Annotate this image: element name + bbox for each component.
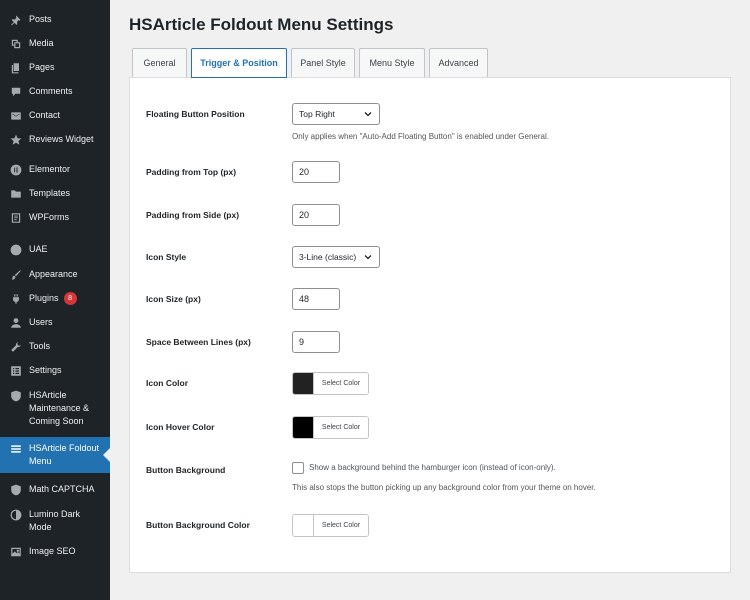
pages-icon (9, 61, 22, 74)
floating-position-description: Only applies when "Auto-Add Floating But… (292, 132, 549, 141)
moon-icon (9, 508, 22, 521)
sidebar-item-settings[interactable]: Settings (0, 364, 110, 380)
comments-icon (9, 85, 22, 98)
sidebar-item-wpforms[interactable]: WPForms (0, 211, 110, 227)
color-swatch (293, 515, 314, 536)
sidebar-item-math-captcha[interactable]: Math CAPTCHA (0, 483, 110, 499)
line-spacing-label: Space Between Lines (px) (146, 337, 251, 347)
forms-icon (9, 211, 22, 224)
button-background-color-picker-button[interactable]: Select Color (292, 514, 369, 537)
button-background-checkbox-label: Show a background behind the hamburger i… (309, 463, 556, 472)
icon-style-label: Icon Style (146, 252, 187, 262)
shield-icon (9, 389, 22, 402)
color-swatch (293, 417, 314, 438)
hamburger-icon (9, 442, 22, 455)
sidebar-item-hsarticle-foldout-menu[interactable]: HSArticle Foldout Menu (0, 437, 110, 473)
sidebar-item-uae[interactable]: UAE (0, 243, 110, 259)
icon-color-picker-button[interactable]: Select Color (292, 372, 369, 395)
admin-sidebar: Posts Media Pages Comments Contact Revie… (0, 0, 110, 600)
tab-general[interactable]: General (132, 48, 187, 77)
image-icon (9, 545, 22, 558)
sidebar-item-image-seo[interactable]: Image SEO (0, 545, 110, 561)
update-count-badge: 8 (63, 292, 77, 305)
button-background-color-label: Button Background Color (146, 520, 250, 530)
shield-icon (9, 483, 22, 496)
padding-side-input[interactable] (292, 204, 340, 226)
brush-icon (9, 268, 22, 281)
sidebar-item-contact[interactable]: Contact (0, 109, 110, 125)
star-icon (9, 133, 22, 146)
elementor-icon (9, 163, 22, 176)
settings-panel (129, 77, 731, 573)
button-background-description: This also stops the button picking up an… (292, 483, 596, 492)
sidebar-item-comments[interactable]: Comments (0, 85, 110, 101)
icon-style-select[interactable]: 3-Line (classic) (292, 246, 380, 268)
floating-position-label: Floating Button Position (146, 109, 245, 119)
page-title: HSArticle Foldout Menu Settings (129, 15, 394, 34)
sidebar-item-elementor[interactable]: Elementor (0, 163, 110, 179)
sidebar-item-users[interactable]: Users (0, 316, 110, 332)
settings-icon (9, 364, 22, 377)
contact-icon (9, 109, 22, 122)
tab-trigger-position[interactable]: Trigger & Position (191, 48, 287, 78)
sidebar-item-hsarticle-maintenance[interactable]: HSArticle Maintenance & Coming Soon (0, 389, 110, 429)
chevron-down-icon (363, 252, 373, 262)
floating-position-select[interactable]: Top Right (292, 103, 380, 125)
padding-top-input[interactable] (292, 161, 340, 183)
chevron-down-icon (363, 109, 373, 119)
icon-size-label: Icon Size (px) (146, 294, 201, 304)
tab-advanced[interactable]: Advanced (429, 48, 488, 77)
media-icon (9, 37, 22, 50)
padding-top-label: Padding from Top (px) (146, 167, 237, 177)
sidebar-item-posts[interactable]: Posts (0, 13, 110, 29)
folder-icon (9, 187, 22, 200)
icon-hover-color-label: Icon Hover Color (146, 422, 215, 432)
sidebar-item-reviews-widget[interactable]: Reviews Widget (0, 133, 110, 149)
color-swatch (293, 373, 314, 394)
icon-color-label: Icon Color (146, 378, 189, 388)
sidebar-item-plugins[interactable]: Plugins 8 (0, 292, 110, 308)
sidebar-item-media[interactable]: Media (0, 37, 110, 53)
uae-icon (9, 243, 22, 256)
tab-panel-style[interactable]: Panel Style (291, 48, 355, 77)
icon-hover-color-picker-button[interactable]: Select Color (292, 416, 369, 439)
padding-side-label: Padding from Side (px) (146, 210, 240, 220)
icon-size-input[interactable] (292, 288, 340, 310)
line-spacing-input[interactable] (292, 331, 340, 353)
user-icon (9, 316, 22, 329)
button-background-checkbox[interactable] (292, 462, 304, 474)
sidebar-item-tools[interactable]: Tools (0, 340, 110, 356)
plugin-icon (9, 292, 22, 305)
sidebar-item-templates[interactable]: Templates (0, 187, 110, 203)
sidebar-item-lumino-dark-mode[interactable]: Lumino Dark Mode (0, 508, 110, 536)
button-background-label: Button Background (146, 465, 226, 475)
sidebar-item-pages[interactable]: Pages (0, 61, 110, 77)
sidebar-item-label: Plugins (29, 293, 59, 303)
wrench-icon (9, 340, 22, 353)
sidebar-item-appearance[interactable]: Appearance (0, 268, 110, 284)
pin-icon (9, 13, 22, 26)
tab-menu-style[interactable]: Menu Style (359, 48, 425, 77)
